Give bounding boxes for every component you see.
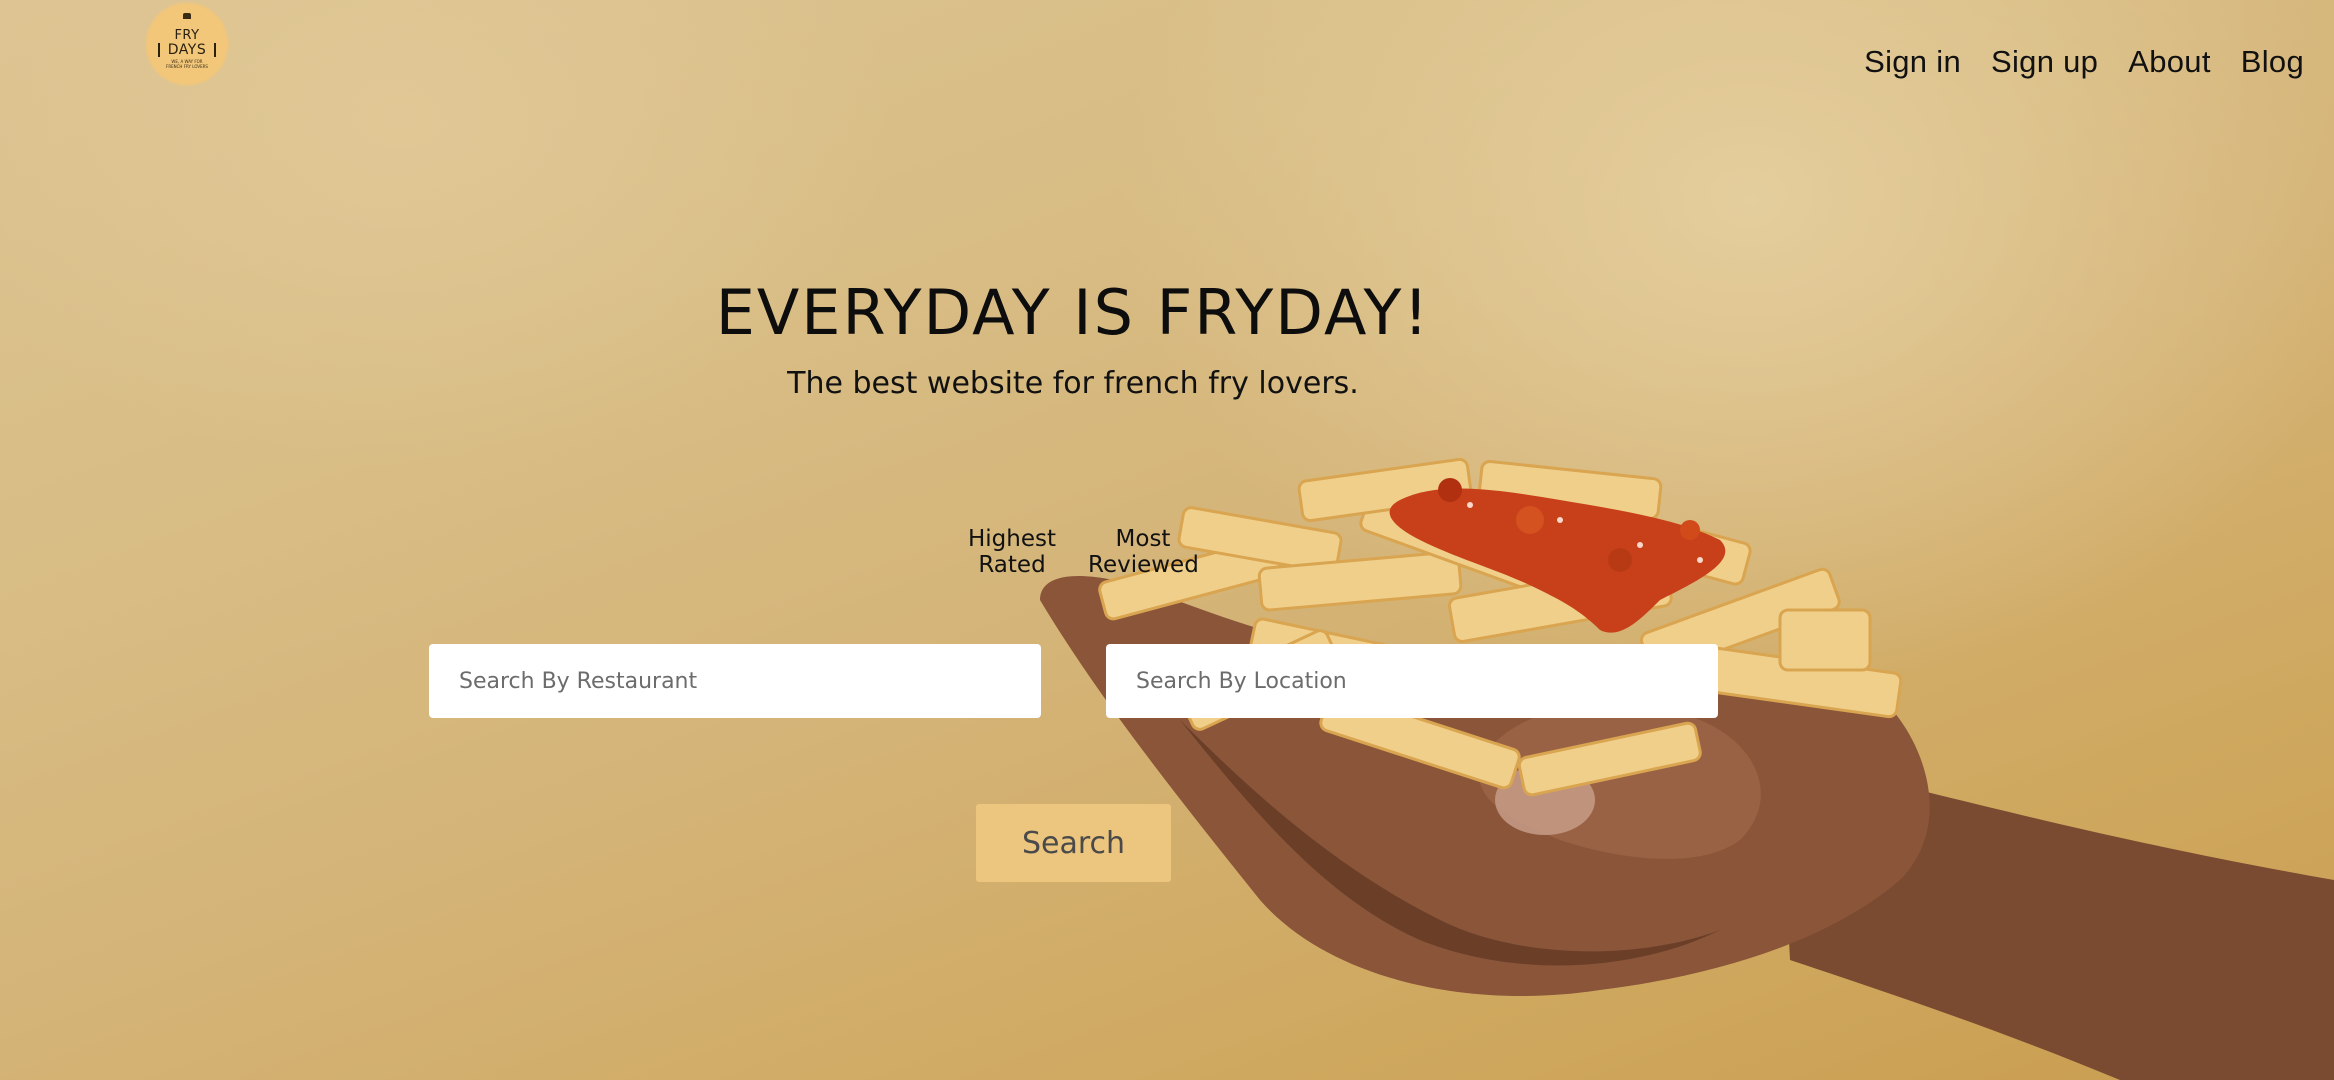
hero-subtitle: The best website for french fry lovers. [787, 366, 1359, 401]
search-location-input[interactable] [1106, 644, 1718, 718]
search-button[interactable]: Search [976, 804, 1171, 882]
logo-text-fry: FRY [174, 28, 200, 44]
nav-blog-link[interactable]: Blog [2241, 44, 2304, 80]
nav-about-link[interactable]: About [2128, 44, 2211, 80]
fry-days-logo[interactable]: FRY DAYS WE, A WAY FOR FRENCH FRY LOVERS [147, 4, 227, 84]
sort-highest-rated[interactable]: Highest Rated [960, 526, 1064, 578]
logo-text-days: DAYS [157, 43, 217, 58]
logo-tagline: WE, A WAY FOR FRENCH FRY LOVERS [166, 59, 208, 69]
top-navigation: Sign in Sign up About Blog [1864, 44, 2304, 80]
crown-icon [183, 13, 191, 19]
sort-options: Highest Rated Most Reviewed [960, 526, 1199, 578]
hero-title: EVERYDAY IS FRYDAY! [715, 276, 1431, 349]
sort-most-reviewed[interactable]: Most Reviewed [1088, 526, 1199, 578]
search-restaurant-input[interactable] [429, 644, 1041, 718]
nav-sign-up-link[interactable]: Sign up [1991, 44, 2098, 80]
nav-sign-in-link[interactable]: Sign in [1864, 44, 1961, 80]
